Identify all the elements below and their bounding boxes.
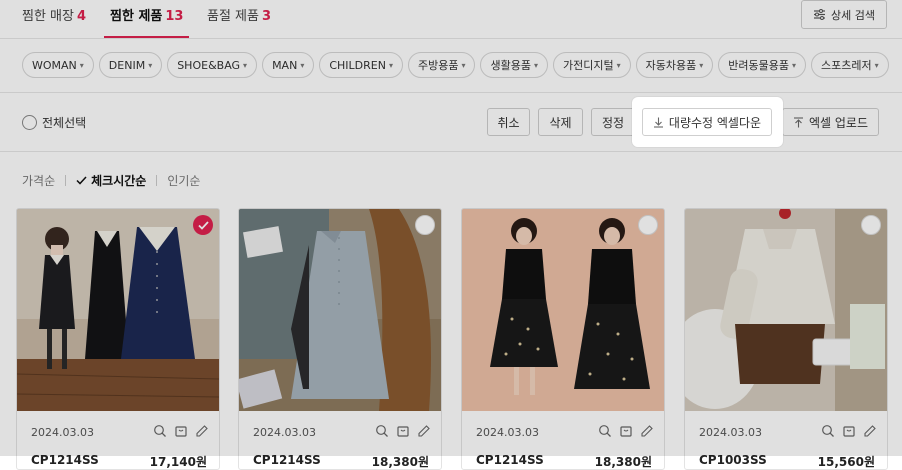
cart-icon[interactable] <box>174 423 188 437</box>
product-image <box>239 209 441 411</box>
tab-bar: 찜한 매장 4 찜한 제품 13 품절 제품 3 <box>0 0 902 39</box>
chevron-down-icon: ▾ <box>699 60 704 70</box>
edit-icon[interactable] <box>640 423 654 437</box>
sort-separator <box>156 175 158 186</box>
category-chip-sports[interactable]: 스포츠레저 ▾ <box>810 52 889 78</box>
product-checkbox[interactable] <box>638 215 658 235</box>
check-icon <box>197 220 209 230</box>
radio-icon <box>22 115 37 130</box>
tab-count: 13 <box>165 9 184 24</box>
edit-icon[interactable] <box>863 423 877 437</box>
detail-search-button[interactable]: 상세 검색 <box>801 0 887 29</box>
excel-upload-label: 엑셀 업로드 <box>808 115 868 130</box>
excel-upload-button[interactable]: 엑셀 업로드 <box>782 108 879 136</box>
sort-price[interactable]: 가격순 <box>22 172 55 189</box>
chevron-down-icon: ▾ <box>243 60 248 70</box>
delete-button[interactable]: 삭제 <box>538 108 583 136</box>
category-chip-children[interactable]: CHILDREN ▾ <box>319 52 403 78</box>
upload-icon <box>793 116 803 127</box>
product-date: 2024.03.03 <box>699 426 762 439</box>
select-all-label: 전체선택 <box>42 116 87 130</box>
bulk-excel-download-button[interactable]: 대량수정 엑셀다운 <box>642 108 772 136</box>
product-checkbox-checked[interactable] <box>193 215 213 235</box>
product-code: CP1003SS <box>699 453 767 467</box>
product-date: 2024.03.03 <box>253 426 316 439</box>
select-all-checkbox[interactable]: 전체선택 <box>22 114 86 131</box>
edit-icon[interactable] <box>195 423 209 437</box>
product-code: CP1214SS <box>31 453 99 467</box>
search-icon[interactable] <box>153 423 167 437</box>
category-chip-man[interactable]: MAN ▾ <box>262 52 315 78</box>
product-image <box>17 209 219 411</box>
category-filter-bar: WOMAN ▾ DENIM ▾ SHOE&BAG ▾ MAN ▾ CHILDREN ▾ 주… <box>22 52 889 78</box>
product-image <box>462 209 664 411</box>
product-card[interactable]: 2024.03.03 CP1214SS 18,380원 <box>238 208 442 470</box>
chevron-down-icon: ▾ <box>388 60 393 70</box>
tab-soldout-products[interactable]: 품절 제품 3 <box>207 5 271 24</box>
detail-search-label: 상세 검색 <box>831 8 875 22</box>
divider <box>0 92 902 93</box>
download-icon <box>653 117 663 128</box>
filter-icon <box>814 9 825 20</box>
chevron-down-icon: ▾ <box>300 60 305 70</box>
edit-button[interactable]: 정정 <box>591 108 635 136</box>
cart-icon[interactable] <box>619 423 633 437</box>
product-actions <box>153 423 209 437</box>
search-icon[interactable] <box>375 423 389 437</box>
check-icon <box>76 176 87 185</box>
category-chip-living[interactable]: 생활용품 ▾ <box>480 52 548 78</box>
chevron-down-icon: ▾ <box>79 60 84 70</box>
bulk-excel-download-label: 대량수정 엑셀다운 <box>668 115 762 130</box>
chevron-down-icon: ▾ <box>533 60 538 70</box>
spotlight-highlight: 대량수정 엑셀다운 <box>632 97 783 147</box>
product-card[interactable]: 2024.03.03 CP1214SS 18,380원 <box>461 208 665 470</box>
sort-check-time[interactable]: 체크시간순 <box>76 172 146 189</box>
cancel-button[interactable]: 취소 <box>487 108 530 136</box>
tab-favorite-products[interactable]: 찜한 제품 13 <box>103 5 190 38</box>
chevron-down-icon: ▾ <box>616 60 621 70</box>
category-chip-denim[interactable]: DENIM ▾ <box>98 52 163 78</box>
product-checkbox[interactable] <box>861 215 881 235</box>
sort-separator <box>65 175 67 186</box>
tab-count: 3 <box>261 9 272 24</box>
product-card[interactable]: 2024.03.03 CP1003SS 15,560원 <box>684 208 888 470</box>
product-image <box>685 209 887 411</box>
product-checkbox[interactable] <box>415 215 435 235</box>
chevron-down-icon: ▾ <box>148 60 153 70</box>
tab-count: 4 <box>76 9 87 24</box>
cart-icon[interactable] <box>396 423 410 437</box>
product-card[interactable]: 2024.03.03 CP1214SS 17,140원 <box>16 208 220 470</box>
category-chip-digital[interactable]: 가전디지털 ▾ <box>552 52 631 78</box>
product-actions <box>821 423 877 437</box>
sort-bar: 가격순 체크시간순 인기순 <box>22 172 200 189</box>
product-date: 2024.03.03 <box>476 426 539 439</box>
divider <box>0 151 902 152</box>
category-chip-kitchen[interactable]: 주방용품 ▾ <box>407 52 476 78</box>
product-code: CP1214SS <box>476 453 544 467</box>
chevron-down-icon: ▾ <box>791 60 796 70</box>
product-actions <box>375 423 431 437</box>
chevron-down-icon: ▾ <box>461 60 466 70</box>
tab-favorite-stores[interactable]: 찜한 매장 4 <box>22 5 86 24</box>
edit-icon[interactable] <box>417 423 431 437</box>
search-icon[interactable] <box>598 423 612 437</box>
product-actions <box>598 423 654 437</box>
product-code: CP1214SS <box>253 453 321 467</box>
cart-icon[interactable] <box>842 423 856 437</box>
search-icon[interactable] <box>821 423 835 437</box>
chevron-down-icon: ▾ <box>874 60 879 70</box>
category-chip-pet[interactable]: 반려동물용품 ▾ <box>718 52 806 78</box>
category-chip-woman[interactable]: WOMAN ▾ <box>22 52 94 78</box>
category-chip-shoe-bag[interactable]: SHOE&BAG ▾ <box>167 52 258 78</box>
category-chip-automotive[interactable]: 자동차용품 ▾ <box>635 52 714 78</box>
product-date: 2024.03.03 <box>31 426 94 439</box>
sort-popular[interactable]: 인기순 <box>167 172 200 189</box>
